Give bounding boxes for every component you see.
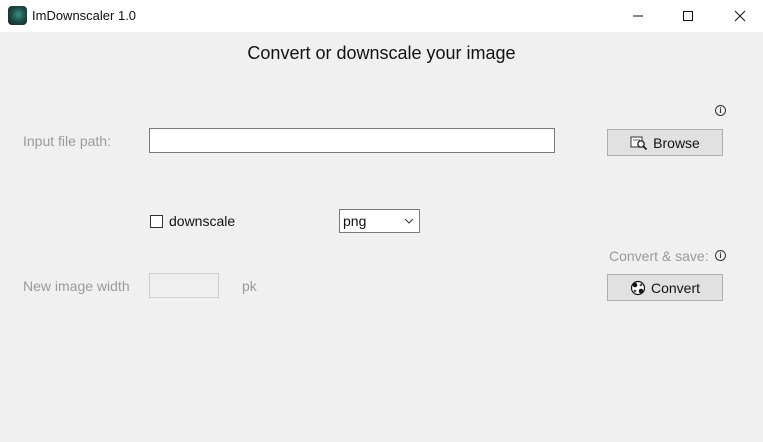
page-title: Convert or downscale your image xyxy=(247,43,516,63)
convert-save-label: Convert & save: xyxy=(609,248,709,264)
chevron-down-icon xyxy=(404,218,414,224)
minimize-icon xyxy=(633,15,643,17)
close-icon xyxy=(734,10,746,22)
convert-button-label: Convert xyxy=(650,279,701,296)
convert-button[interactable]: Convert xyxy=(607,274,723,301)
info-icon[interactable]: i xyxy=(715,105,726,116)
convert-icon xyxy=(630,280,646,295)
maximize-icon xyxy=(683,11,693,21)
app-icon xyxy=(8,6,27,25)
downscale-checkbox-label[interactable]: downscale xyxy=(169,213,235,229)
new-width-field[interactable] xyxy=(149,273,219,298)
new-width-label: New image width xyxy=(23,278,130,294)
format-select[interactable]: png xyxy=(339,209,420,233)
browse-button[interactable]: Browse xyxy=(607,129,723,156)
input-path-field[interactable] xyxy=(149,128,555,153)
minimize-button[interactable] xyxy=(615,0,661,32)
browse-button-label: Browse xyxy=(653,134,700,151)
title-bar: ImDownscaler 1.0 xyxy=(0,0,763,32)
maximize-button[interactable] xyxy=(665,0,711,32)
downscale-checkbox[interactable]: downscale xyxy=(150,213,235,229)
window-title: ImDownscaler 1.0 xyxy=(32,8,137,23)
format-select-value: png xyxy=(343,213,367,229)
downscale-checkbox-box[interactable] xyxy=(150,214,163,228)
input-path-label: Input file path: xyxy=(23,133,111,149)
close-button[interactable] xyxy=(717,0,763,32)
convert-info-icon[interactable]: i xyxy=(715,250,726,261)
browse-search-icon xyxy=(630,136,648,150)
width-unit-label: pk xyxy=(242,278,257,294)
